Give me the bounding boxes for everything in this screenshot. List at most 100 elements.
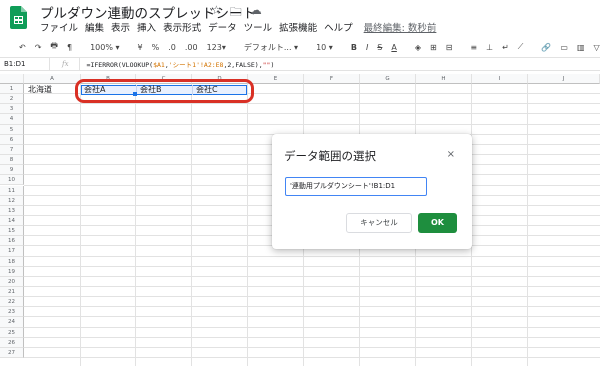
text-color-icon[interactable]: A	[391, 43, 396, 52]
row-header-20[interactable]: 20	[0, 276, 24, 287]
row-header-10[interactable]: 10	[0, 175, 24, 186]
row-header-24[interactable]: 24	[0, 317, 24, 328]
name-box[interactable]: B1:D1	[0, 58, 50, 70]
row-header-8[interactable]: 8	[0, 155, 24, 166]
percent-button[interactable]: %	[152, 43, 160, 52]
column-header-h[interactable]: H	[416, 74, 472, 84]
column-header-g[interactable]: G	[360, 74, 416, 84]
column-gridline	[135, 84, 136, 366]
column-header-a[interactable]: A	[24, 74, 81, 84]
font-size-select[interactable]: 10 ▾	[316, 43, 333, 52]
close-icon[interactable]: ×	[447, 149, 455, 160]
row-header-1[interactable]: 1	[0, 84, 24, 95]
zoom-select[interactable]: 100% ▾	[90, 43, 119, 52]
row-gridline	[24, 286, 600, 287]
column-gridline	[527, 84, 528, 366]
insert-link-icon[interactable]: 🔗	[541, 43, 551, 52]
row-header-22[interactable]: 22	[0, 297, 24, 308]
vertical-align-icon[interactable]: ⊥	[486, 43, 493, 52]
row-header-25[interactable]: 25	[0, 327, 24, 338]
menu-data[interactable]: データ	[208, 20, 237, 34]
row-header-16[interactable]: 16	[0, 236, 24, 247]
title-bar: プルダウン連動のスプレッドシート ☆ 🗀 ☁ ファイル 編集 表示 挿入 表示形…	[0, 0, 600, 36]
insert-comment-icon[interactable]: ▭	[560, 43, 568, 52]
menu-help[interactable]: ヘルプ	[324, 20, 353, 34]
row-header-17[interactable]: 17	[0, 246, 24, 257]
strikethrough-icon[interactable]: S	[377, 43, 382, 52]
row-header-27[interactable]: 27	[0, 347, 24, 359]
row-header-19[interactable]: 19	[0, 266, 24, 277]
row-gridline	[24, 306, 600, 308]
sheets-logo-icon[interactable]	[10, 6, 27, 29]
text-rotation-icon[interactable]: ⟋	[518, 42, 524, 52]
menu-edit[interactable]: 編集	[85, 20, 104, 34]
row-header-12[interactable]: 12	[0, 195, 24, 206]
row-header-9[interactable]: 9	[0, 165, 24, 176]
italic-icon[interactable]: I	[366, 43, 368, 52]
row-header-7[interactable]: 7	[0, 144, 24, 156]
formula-bar: B1:D1 fx =IFERROR(VLOOKUP($A1,'シート1'!A2:…	[0, 57, 600, 71]
row-header-5[interactable]: 5	[0, 124, 24, 135]
fill-color-icon[interactable]: ◈	[415, 43, 421, 52]
column-gridline	[191, 84, 192, 366]
cell-a1[interactable]: 北海道	[28, 85, 52, 95]
cancel-button[interactable]: キャンセル	[346, 213, 412, 233]
row-gridline	[24, 113, 600, 115]
currency-icon[interactable]: ¥	[138, 43, 143, 52]
row-header-2[interactable]: 2	[0, 94, 24, 105]
row-header-13[interactable]: 13	[0, 205, 24, 216]
row-gridline	[24, 296, 600, 298]
number-format-select[interactable]: 123▾	[207, 43, 226, 52]
row-gridline	[24, 265, 600, 267]
menu-file[interactable]: ファイル	[40, 20, 78, 34]
select-all-corner[interactable]	[0, 74, 24, 84]
horizontal-align-icon[interactable]: ≡	[470, 43, 477, 52]
row-gridline	[24, 357, 600, 359]
row-header-3[interactable]: 3	[0, 104, 24, 115]
menu-tools[interactable]: ツール	[244, 20, 273, 34]
data-range-dialog: データ範囲の選択 × '連動用プルダウンシート'!B1:D1 キャンセル OK	[272, 134, 472, 249]
column-header-f[interactable]: F	[304, 74, 360, 84]
column-header-j[interactable]: J	[528, 74, 600, 84]
row-header-4[interactable]: 4	[0, 114, 24, 125]
column-gridline	[80, 84, 81, 366]
column-header-i[interactable]: I	[472, 74, 528, 84]
row-header-15[interactable]: 15	[0, 226, 24, 237]
highlight-callout	[75, 79, 254, 103]
menu-format[interactable]: 表示形式	[163, 20, 201, 34]
row-header-14[interactable]: 14	[0, 215, 24, 227]
decrease-decimal-button[interactable]: .0	[168, 43, 176, 52]
undo-icon[interactable]: ↶	[19, 43, 26, 52]
row-header-26[interactable]: 26	[0, 337, 24, 348]
row-gridline	[24, 346, 600, 348]
column-header-e[interactable]: E	[248, 74, 304, 84]
row-header-21[interactable]: 21	[0, 287, 24, 298]
column-gridline	[247, 84, 248, 366]
range-input[interactable]: '連動用プルダウンシート'!B1:D1	[285, 177, 427, 196]
last-edit-link[interactable]: 最終編集: 数秒前	[364, 20, 437, 34]
formula-input[interactable]: =IFERROR(VLOOKUP($A1,'シート1'!A2:E8,2,FALS…	[80, 59, 275, 69]
print-icon[interactable]: 🖶	[50, 40, 58, 54]
row-gridline	[24, 336, 600, 338]
menu-extensions[interactable]: 拡張機能	[279, 20, 317, 34]
redo-icon[interactable]: ↷	[35, 43, 42, 52]
text-wrap-icon[interactable]: ↵	[502, 43, 509, 52]
borders-icon[interactable]: ⊞	[430, 43, 437, 52]
row-header-6[interactable]: 6	[0, 134, 24, 145]
insert-chart-icon[interactable]: ▥	[577, 43, 585, 52]
font-select[interactable]: デフォルト... ▾	[244, 42, 298, 53]
menu-insert[interactable]: 挿入	[137, 20, 156, 34]
dialog-title: データ範囲の選択	[284, 149, 376, 163]
bold-icon[interactable]: B	[351, 43, 357, 52]
filter-icon[interactable]: ▽	[594, 43, 600, 52]
row-gridline	[24, 255, 600, 257]
merge-cells-icon[interactable]: ⊟	[446, 43, 453, 52]
ok-button[interactable]: OK	[418, 213, 457, 233]
row-gridline	[24, 326, 600, 328]
increase-decimal-button[interactable]: .00	[185, 43, 198, 52]
row-header-23[interactable]: 23	[0, 307, 24, 318]
paint-format-icon[interactable]: ¶	[67, 43, 72, 52]
row-header-18[interactable]: 18	[0, 256, 24, 267]
row-header-11[interactable]: 11	[0, 185, 24, 196]
menu-view[interactable]: 表示	[111, 20, 130, 34]
